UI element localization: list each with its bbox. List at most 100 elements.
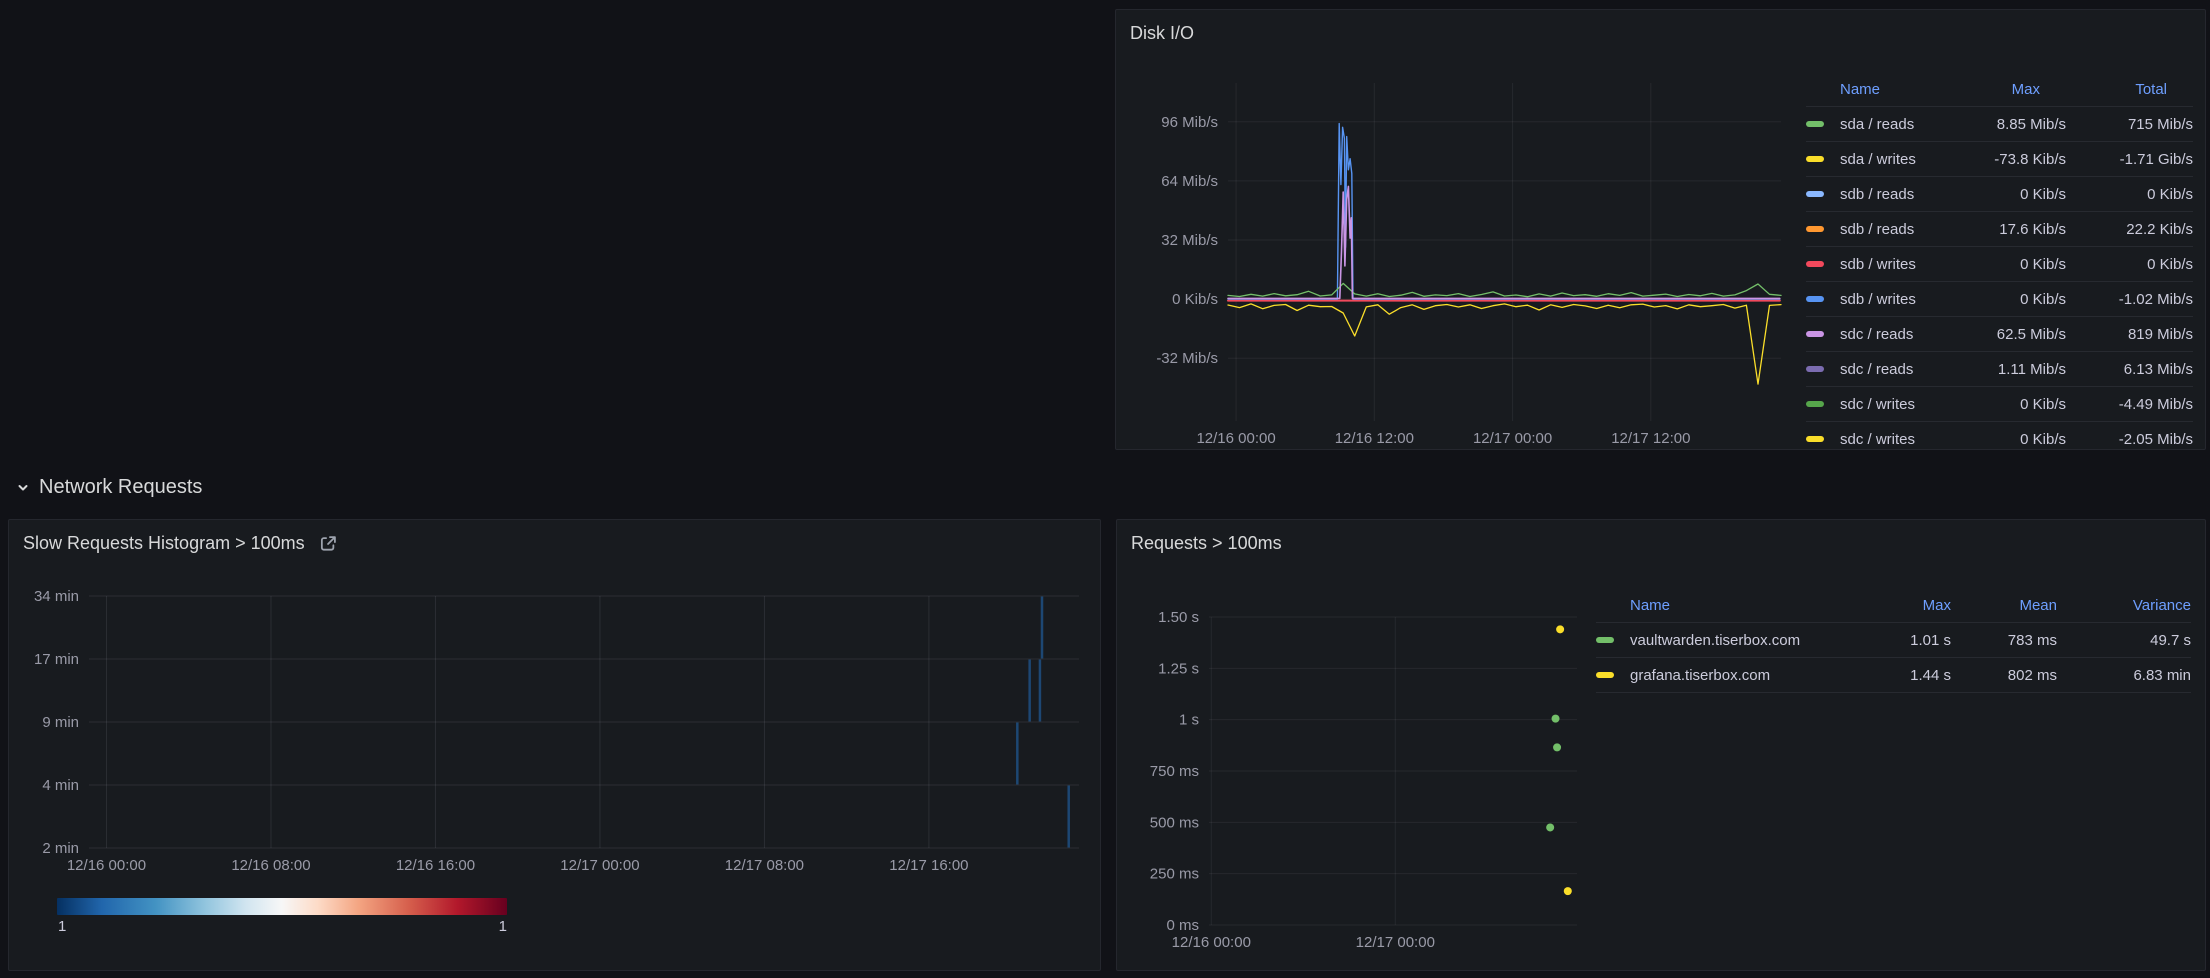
section-title: Network Requests [39, 476, 202, 499]
svg-text:12/17 08:00: 12/17 08:00 [725, 857, 804, 874]
legend-header-total[interactable]: Total [2066, 81, 2193, 98]
svg-text:12/17 00:00: 12/17 00:00 [1356, 934, 1435, 951]
series-name: sdc / reads [1840, 361, 1951, 378]
legend-value: -1.71 Gib/s [2066, 151, 2193, 168]
panel-title-slow-requests-histogram[interactable]: Slow Requests Histogram > 100ms [23, 533, 338, 554]
panel-title-disk-io[interactable]: Disk I/O [1130, 23, 1194, 44]
panel-disk-io: Disk I/O 12/16 00:00 12/16 12:00 12/17 00:… [1115, 9, 2206, 450]
svg-text:250 ms: 250 ms [1150, 866, 1199, 883]
svg-text:-32 Mib/s: -32 Mib/s [1156, 350, 1218, 367]
legend-value: 49.7 s [2057, 632, 2191, 649]
panel-title-requests[interactable]: Requests > 100ms [1131, 533, 1282, 554]
legend-header-max[interactable]: Max [1841, 597, 1951, 614]
legend-value: -1.02 Mib/s [2066, 291, 2193, 308]
legend-value: 6.83 min [2057, 667, 2191, 684]
legend-header-max[interactable]: Max [1951, 81, 2066, 98]
series-name: sdb / reads [1840, 221, 1951, 238]
series-name: sdc / writes [1840, 396, 1951, 413]
legend-header-name[interactable]: Name [1596, 597, 1841, 614]
svg-text:4 min: 4 min [42, 777, 79, 794]
legend-value: -73.8 Kib/s [1951, 151, 2066, 168]
svg-text:1.50 s: 1.50 s [1158, 609, 1199, 626]
svg-text:12/16 08:00: 12/16 08:00 [231, 857, 310, 874]
legend-value: 0 Kib/s [2066, 256, 2193, 273]
series-color-chip [1596, 672, 1614, 678]
svg-text:12/16 00:00: 12/16 00:00 [1172, 934, 1251, 951]
series-name: grafana.tiserbox.com [1630, 667, 1841, 684]
series-name: sdc / reads [1840, 326, 1951, 343]
legend-value: 1.44 s [1841, 667, 1951, 684]
legend-header-row: NameMaxTotal [1806, 72, 2193, 107]
legend-value: 62.5 Mib/s [1951, 326, 2066, 343]
color-scale-max-label: 1 [477, 918, 507, 935]
legend-series-row[interactable]: sda / reads8.85 Mib/s715 Mib/s [1806, 107, 2193, 142]
legend-value: 715 Mib/s [2066, 116, 2193, 133]
legend-value: 0 Kib/s [2066, 186, 2193, 203]
svg-text:12/16 00:00: 12/16 00:00 [67, 857, 146, 874]
legend-value: 802 ms [1951, 667, 2057, 684]
legend-series-row[interactable]: sdc / reads62.5 Mib/s819 Mib/s [1806, 317, 2193, 352]
legend-value: 0 Kib/s [1951, 186, 2066, 203]
legend-value: 0 Kib/s [1951, 431, 2066, 448]
series-color-chip [1806, 296, 1824, 302]
legend-series-row[interactable]: sdb / reads0 Kib/s0 Kib/s [1806, 177, 2193, 212]
requests-legend: NameMaxMeanVariancevaultwarden.tiserbox.… [1596, 588, 2191, 693]
legend-header-name[interactable]: Name [1806, 81, 1951, 98]
legend-value: 22.2 Kib/s [2066, 221, 2193, 238]
svg-text:0 ms: 0 ms [1166, 917, 1199, 934]
legend-series-row[interactable]: sda / writes-73.8 Kib/s-1.71 Gib/s [1806, 142, 2193, 177]
legend-value: 0 Kib/s [1951, 256, 2066, 273]
legend-series-row[interactable]: sdb / writes0 Kib/s0 Kib/s [1806, 247, 2193, 282]
legend-series-row[interactable]: sdc / reads1.11 Mib/s6.13 Mib/s [1806, 352, 2193, 387]
legend-value: 8.85 Mib/s [1951, 116, 2066, 133]
svg-text:12/17 16:00: 12/17 16:00 [889, 857, 968, 874]
panel-title-text: Slow Requests Histogram > 100ms [23, 533, 305, 554]
legend-series-row[interactable]: sdc / writes0 Kib/s-2.05 Mib/s [1806, 422, 2193, 450]
panel-title-text: Disk I/O [1130, 23, 1194, 44]
section-header-network-requests[interactable]: Network Requests [16, 476, 202, 499]
legend-value: 17.6 Kib/s [1951, 221, 2066, 238]
series-color-chip [1806, 121, 1824, 127]
series-color-chip [1806, 401, 1824, 407]
legend-value: 783 ms [1951, 632, 2057, 649]
legend-value: -4.49 Mib/s [2066, 396, 2193, 413]
svg-text:12/17 12:00: 12/17 12:00 [1611, 430, 1690, 447]
legend-header-row: NameMaxMeanVariance [1596, 588, 2191, 623]
svg-text:0 Kib/s: 0 Kib/s [1172, 291, 1218, 308]
legend-header-mean[interactable]: Mean [1951, 597, 2057, 614]
chevron-down-icon [16, 481, 30, 495]
svg-text:12/16 12:00: 12/16 12:00 [1335, 430, 1414, 447]
series-color-chip [1806, 191, 1824, 197]
svg-text:96 Mib/s: 96 Mib/s [1161, 114, 1218, 131]
svg-text:12/17 00:00: 12/17 00:00 [1473, 430, 1552, 447]
panel-slow-requests-histogram: Slow Requests Histogram > 100ms 12/16 00… [8, 519, 1101, 971]
legend-value: 6.13 Mib/s [2066, 361, 2193, 378]
series-name: sdb / writes [1840, 291, 1951, 308]
legend-series-row[interactable]: vaultwarden.tiserbox.com1.01 s783 ms49.7… [1596, 623, 2191, 658]
legend-series-row[interactable]: sdc / writes0 Kib/s-4.49 Mib/s [1806, 387, 2193, 422]
svg-text:12/16 00:00: 12/16 00:00 [1196, 430, 1275, 447]
series-color-chip [1806, 226, 1824, 232]
color-scale-min-label: 1 [58, 918, 66, 935]
series-color-chip [1806, 366, 1824, 372]
series-color-chip [1806, 261, 1824, 267]
legend-value: -2.05 Mib/s [2066, 431, 2193, 448]
series-color-chip [1806, 156, 1824, 162]
series-name: sdb / reads [1840, 186, 1951, 203]
panel-requests-over-100ms: Requests > 100ms 12/16 00:00 12/17 00:00 1… [1116, 519, 2206, 971]
legend-series-row[interactable]: sdb / reads17.6 Kib/s22.2 Kib/s [1806, 212, 2193, 247]
legend-series-row[interactable]: sdb / writes0 Kib/s-1.02 Mib/s [1806, 282, 2193, 317]
svg-text:32 Mib/s: 32 Mib/s [1161, 232, 1218, 249]
series-color-chip [1596, 637, 1614, 643]
legend-header-variance[interactable]: Variance [2057, 597, 2191, 614]
series-name: vaultwarden.tiserbox.com [1630, 632, 1841, 649]
svg-text:750 ms: 750 ms [1150, 763, 1199, 780]
series-name: sda / writes [1840, 151, 1951, 168]
svg-text:34 min: 34 min [34, 588, 79, 605]
legend-value: 1.11 Mib/s [1951, 361, 2066, 378]
series-color-chip [1806, 331, 1824, 337]
disk-io-legend: NameMaxTotalsda / reads8.85 Mib/s715 Mib… [1806, 72, 2193, 450]
series-name: sdb / writes [1840, 256, 1951, 273]
legend-series-row[interactable]: grafana.tiserbox.com1.44 s802 ms6.83 min [1596, 658, 2191, 693]
external-link-icon[interactable] [319, 534, 338, 553]
